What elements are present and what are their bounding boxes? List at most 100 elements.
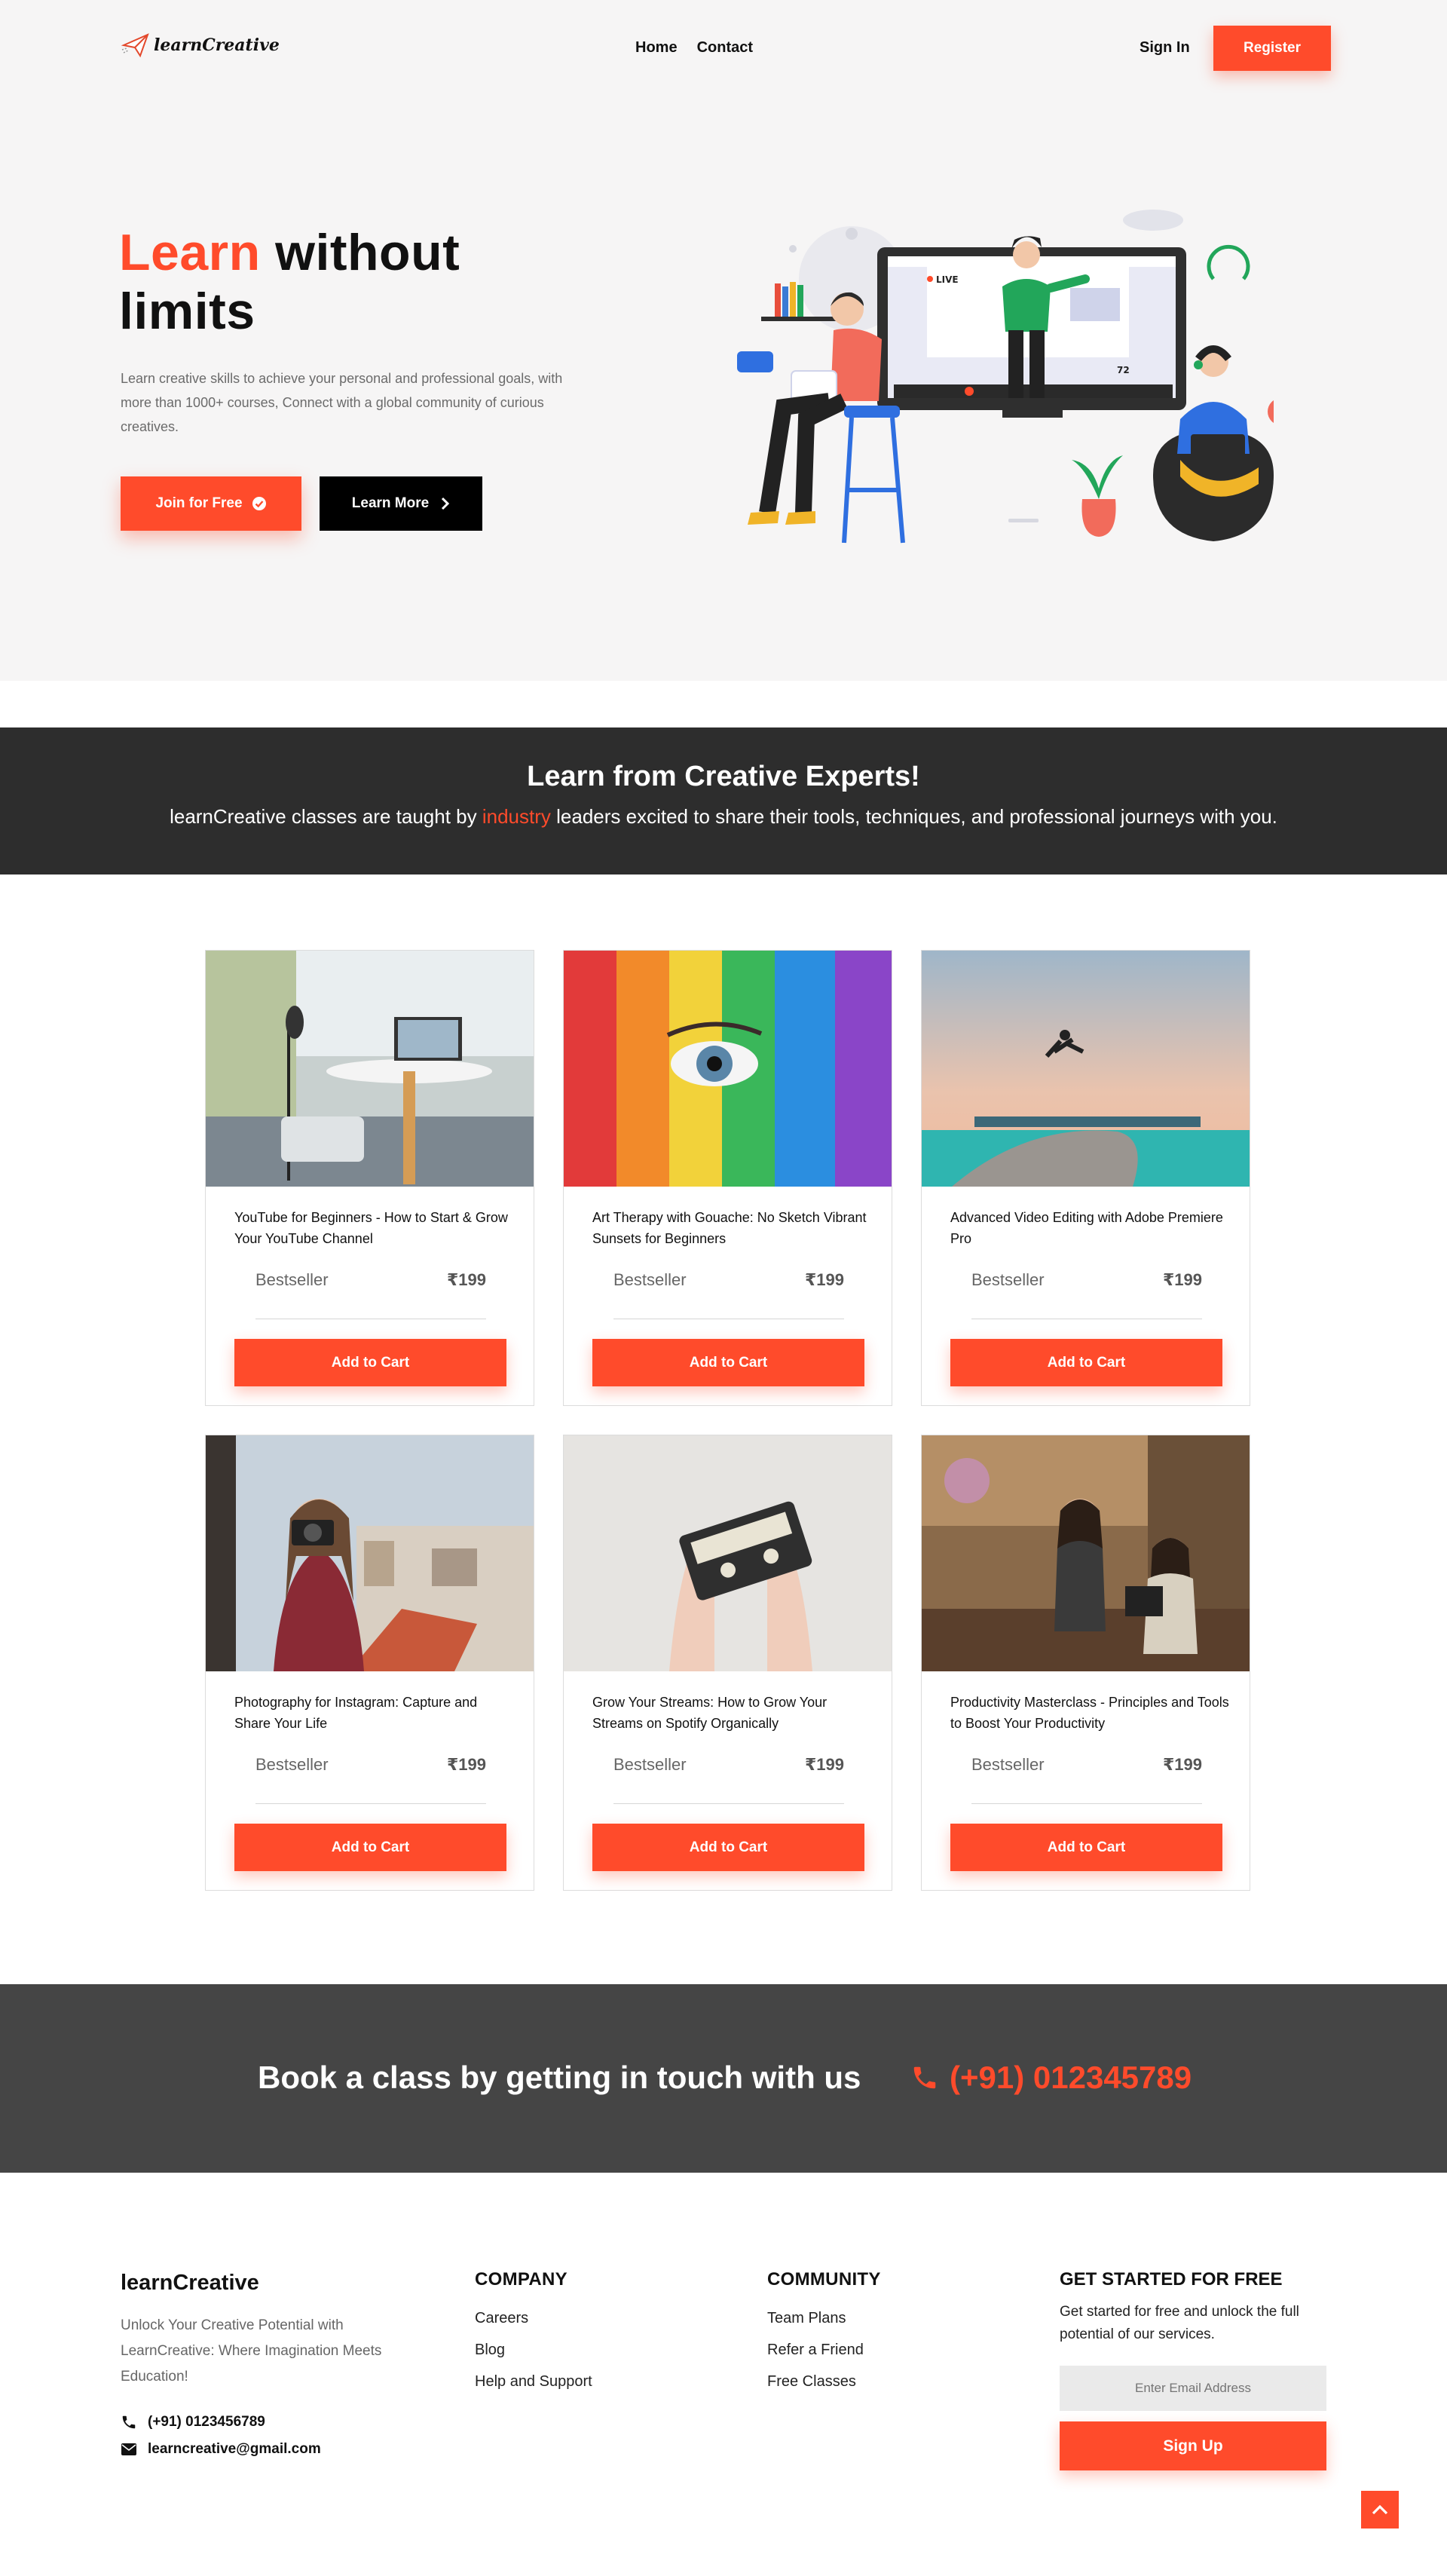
- course-price: ₹199: [804, 1270, 844, 1289]
- course-card[interactable]: Grow Your Streams: How to Grow Your Stre…: [563, 1435, 892, 1891]
- bestseller-badge: Bestseller: [613, 1270, 687, 1289]
- book-class-band: Book a class by getting in touch with us…: [0, 1984, 1447, 2173]
- paper-plane-icon: [121, 33, 149, 58]
- phone-icon: [913, 2066, 936, 2089]
- experts-text-accent: industry: [482, 805, 551, 828]
- divider: [255, 1803, 486, 1804]
- course-thumbnail-painted-face: [564, 951, 892, 1187]
- course-card[interactable]: YouTube for Beginners - How to Start & G…: [205, 950, 534, 1406]
- book-phone-number: (+91) 012345789: [950, 2060, 1192, 2095]
- check-circle-icon: [252, 497, 266, 510]
- add-to-cart-button[interactable]: Add to Cart: [234, 1339, 506, 1386]
- email-field[interactable]: [1060, 2366, 1326, 2411]
- chevron-right-icon: [442, 497, 450, 510]
- footer-start-text: Get started for free and unlock the full…: [1060, 2304, 1299, 2342]
- book-class-text: Book a class by getting in touch with us: [258, 2060, 861, 2095]
- hero-title-accent: Learn: [119, 224, 261, 281]
- nav-contact[interactable]: Contact: [697, 39, 753, 57]
- experts-text-end: leaders excited to share their tools, te…: [550, 805, 1277, 828]
- footer: learnCreative Unlock Your Creative Poten…: [0, 2173, 1447, 2576]
- hero-section: learnCreative Home Contact Sign In Regis…: [0, 0, 1447, 681]
- experts-text: learnCreative classes are taught by indu…: [0, 805, 1447, 829]
- footer-link-blog[interactable]: Blog: [475, 2334, 592, 2366]
- signin-link[interactable]: Sign In: [1140, 39, 1190, 57]
- footer-link-help[interactable]: Help and Support: [475, 2366, 592, 2397]
- course-card[interactable]: Photography for Instagram: Capture and S…: [205, 1435, 534, 1891]
- hero-title-part2: limits: [119, 283, 255, 340]
- divider: [971, 1803, 1202, 1804]
- course-title: YouTube for Beginners - How to Start & G…: [234, 1210, 508, 1246]
- footer-company: COMPANY Careers Blog Help and Support: [475, 2269, 592, 2397]
- register-button[interactable]: Register: [1213, 26, 1331, 71]
- back-to-top-button[interactable]: [1361, 2491, 1399, 2529]
- footer-link-team-plans[interactable]: Team Plans: [767, 2302, 881, 2334]
- course-price: ₹199: [804, 1755, 844, 1774]
- add-to-cart-button[interactable]: Add to Cart: [592, 1339, 864, 1386]
- course-title: Productivity Masterclass - Principles an…: [950, 1695, 1229, 1731]
- course-card[interactable]: Art Therapy with Gouache: No Sketch Vibr…: [563, 950, 892, 1406]
- course-price: ₹199: [1162, 1270, 1202, 1289]
- phone-icon: [122, 2415, 136, 2429]
- footer-phone[interactable]: (+91) 0123456789: [121, 2414, 265, 2431]
- signup-button[interactable]: Sign Up: [1060, 2421, 1326, 2470]
- course-card[interactable]: Advanced Video Editing with Adobe Premie…: [921, 950, 1250, 1406]
- add-to-cart-button[interactable]: Add to Cart: [950, 1824, 1222, 1871]
- course-title: Grow Your Streams: How to Grow Your Stre…: [592, 1695, 828, 1731]
- course-meta: Bestseller ₹199: [255, 1755, 486, 1775]
- nav-home[interactable]: Home: [635, 39, 678, 57]
- footer-brand: learnCreative: [121, 2271, 259, 2295]
- chevron-up-icon: [1372, 2504, 1388, 2515]
- illustration-live-label: LIVE: [936, 274, 959, 285]
- logo[interactable]: learnCreative: [121, 30, 280, 60]
- footer-phone-text: (+91) 0123456789: [148, 2414, 265, 2430]
- course-thumbnail-skateboarder: [922, 951, 1250, 1187]
- course-title: Art Therapy with Gouache: No Sketch Vibr…: [592, 1210, 867, 1246]
- footer-tagline: Unlock Your Creative Potential with Lear…: [121, 2317, 382, 2385]
- logo-text: learnCreative: [154, 35, 280, 55]
- footer-link-free-classes[interactable]: Free Classes: [767, 2366, 881, 2397]
- course-card[interactable]: Productivity Masterclass - Principles an…: [921, 1435, 1250, 1891]
- nav-links: Home Contact: [635, 39, 753, 57]
- course-meta: Bestseller ₹199: [255, 1270, 486, 1290]
- illustration-viewers: 72: [1117, 365, 1130, 375]
- footer-community-title: COMMUNITY: [767, 2269, 881, 2290]
- course-title: Photography for Instagram: Capture and S…: [234, 1695, 478, 1731]
- add-to-cart-button[interactable]: Add to Cart: [950, 1339, 1222, 1386]
- course-thumbnail-studio-women: [922, 1435, 1250, 1671]
- footer-link-careers[interactable]: Careers: [475, 2302, 592, 2334]
- course-price: ₹199: [446, 1755, 486, 1774]
- course-meta: Bestseller ₹199: [613, 1755, 844, 1775]
- learn-more-button[interactable]: Learn More: [320, 476, 482, 531]
- course-price: ₹199: [1162, 1755, 1202, 1774]
- experts-title: Learn from Creative Experts!: [527, 761, 920, 792]
- experts-text-start: learnCreative classes are taught by: [170, 805, 482, 828]
- bestseller-badge: Bestseller: [971, 1755, 1045, 1774]
- footer-email[interactable]: learncreative@gmail.com: [121, 2441, 321, 2458]
- course-grid: YouTube for Beginners - How to Start & G…: [205, 950, 1251, 1891]
- course-thumbnail-youtube-setup: [206, 951, 534, 1187]
- envelope-icon: [121, 2443, 136, 2455]
- footer-community: COMMUNITY Team Plans Refer a Friend Free…: [767, 2269, 881, 2397]
- learn-more-label: Learn More: [351, 495, 430, 511]
- footer-email-text: learncreative@gmail.com: [148, 2441, 321, 2457]
- book-phone[interactable]: (+91) 012345789: [910, 2060, 1192, 2096]
- footer-link-refer[interactable]: Refer a Friend: [767, 2334, 881, 2366]
- footer-company-title: COMPANY: [475, 2269, 567, 2290]
- join-free-label: Join for Free: [155, 495, 243, 511]
- hero-title: Learn without limits: [119, 223, 460, 341]
- course-meta: Bestseller ₹199: [613, 1270, 844, 1290]
- course-meta: Bestseller ₹199: [971, 1270, 1202, 1290]
- course-price: ₹199: [446, 1270, 486, 1289]
- course-thumbnail-cassette: [564, 1435, 892, 1671]
- join-free-button[interactable]: Join for Free: [121, 476, 301, 531]
- footer-start-title: GET STARTED FOR FREE: [1060, 2269, 1283, 2290]
- bestseller-badge: Bestseller: [255, 1755, 329, 1774]
- bestseller-badge: Bestseller: [971, 1270, 1045, 1289]
- experts-band: Learn from Creative Experts! learnCreati…: [0, 727, 1447, 874]
- add-to-cart-button[interactable]: Add to Cart: [234, 1824, 506, 1871]
- add-to-cart-button[interactable]: Add to Cart: [592, 1824, 864, 1871]
- course-thumbnail-photographer: [206, 1435, 534, 1671]
- course-title: Advanced Video Editing with Adobe Premie…: [950, 1210, 1223, 1246]
- course-meta: Bestseller ₹199: [971, 1755, 1202, 1775]
- hero-illustration: LIVE 72: [737, 210, 1274, 544]
